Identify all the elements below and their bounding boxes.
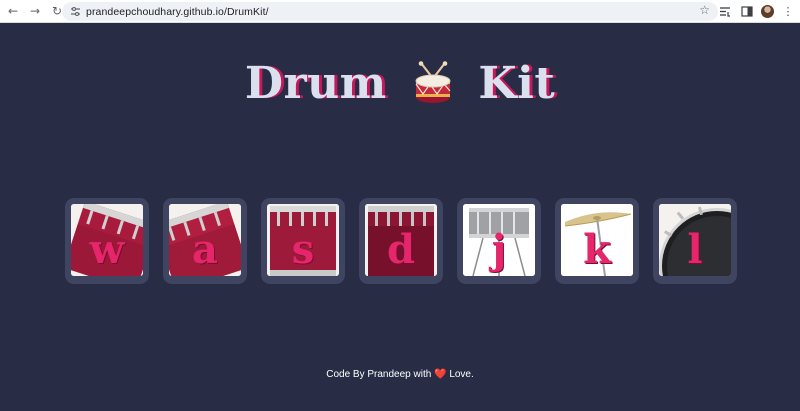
drum-emoji-icon (413, 60, 453, 105)
side-panel-icon[interactable] (739, 2, 755, 20)
footer-text-before: Code By Prandeep with (326, 369, 432, 380)
more-menu-icon[interactable]: ⋮ (780, 2, 796, 20)
drum-key-l[interactable]: l (653, 198, 737, 284)
snare-drum-image: j (463, 204, 535, 276)
kick-drum-image: l (659, 204, 731, 276)
url-text[interactable]: prandeepchoudhary.github.io/DrumKit/ (86, 6, 269, 18)
heart-icon: ❤️ (434, 369, 447, 380)
drum-key-a[interactable]: a (163, 198, 247, 284)
page-title: Drum Kit (0, 58, 800, 109)
footer: Code By Prandeep with ❤️ Love. (0, 369, 800, 380)
key-letter: s (291, 226, 315, 273)
site-info-icon[interactable] (66, 3, 84, 21)
title-word-kit: Kit (478, 58, 556, 109)
drum-key-w[interactable]: w (65, 198, 149, 284)
drum-keys: w a s d j k l (65, 198, 737, 284)
address-bar[interactable]: prandeepchoudhary.github.io/DrumKit/ ☆ (62, 2, 718, 21)
bookmark-star-icon[interactable]: ☆ (699, 3, 710, 17)
crash-cymbal-image: k (561, 204, 633, 276)
tom-drum-image: s (267, 204, 339, 276)
key-letter: a (192, 226, 218, 273)
drum-key-j[interactable]: j (457, 198, 541, 284)
reload-icon: ↻ (51, 4, 63, 18)
key-letter: d (387, 226, 415, 273)
arrow-right-icon: → (29, 4, 41, 18)
browser-toolbar: ← → ↻ prandeepchoudhary.github.io/DrumKi… (0, 0, 800, 23)
key-letter: k (583, 226, 611, 273)
arrow-left-icon: ← (7, 4, 19, 18)
drum-key-d[interactable]: d (359, 198, 443, 284)
drum-key-k[interactable]: k (555, 198, 639, 284)
forward-button[interactable]: → (26, 2, 44, 20)
drum-key-s[interactable]: s (261, 198, 345, 284)
reading-list-icon[interactable] (717, 2, 733, 20)
tom-drum-image: a (169, 204, 241, 276)
footer-text-after: Love. (449, 369, 474, 380)
key-letter: w (89, 226, 125, 273)
tom-drum-image: w (71, 204, 143, 276)
profile-avatar[interactable] (761, 4, 774, 18)
toolbar-actions: ⋮ (717, 2, 796, 20)
key-letter: l (687, 226, 703, 273)
key-letter: j (491, 226, 507, 273)
tom-drum-image: d (365, 204, 437, 276)
title-word-drum: Drum (244, 58, 387, 109)
back-button[interactable]: ← (4, 2, 22, 20)
